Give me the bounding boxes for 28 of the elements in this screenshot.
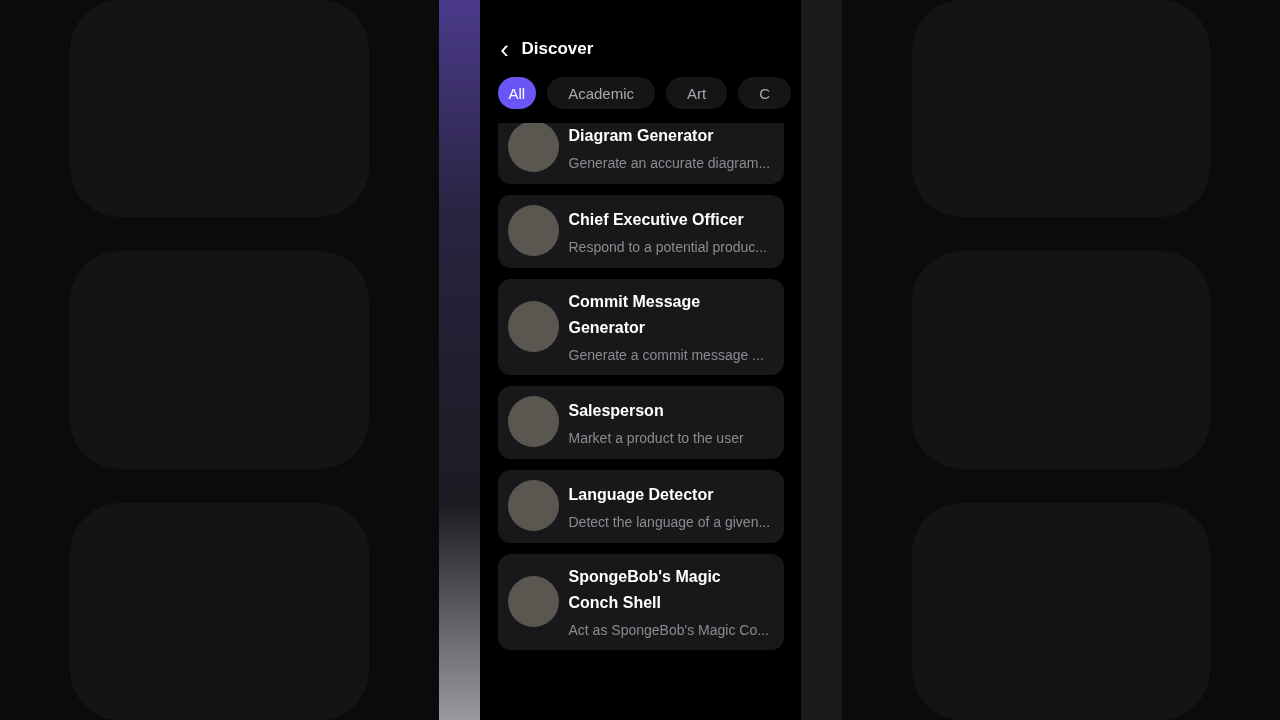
category-tab[interactable]: C — [738, 77, 792, 109]
bot-description: Respond to a potential produc... — [568, 238, 767, 255]
bot-card[interactable]: SpongeBob's Magic Conch Shell Act as SpongeBob's Magic Co... — [497, 554, 784, 650]
avatar-placeholder — [507, 396, 559, 447]
bot-name: Salesperson — [568, 400, 665, 421]
category-tab[interactable]: Academic — [547, 77, 656, 109]
category-tab[interactable]: Art — [666, 77, 728, 109]
back-button[interactable]: ‹ — [497, 38, 512, 60]
category-tab[interactable]: All — [497, 77, 537, 109]
bot-name: Diagram Generator — [568, 125, 715, 146]
bot-description: Generate an accurate diagram... — [568, 154, 771, 171]
bot-card[interactable]: Commit Message Generator Generate a commit message ... — [497, 279, 784, 375]
avatar-placeholder — [507, 205, 559, 256]
bot-description: Detect the language of a given... — [568, 513, 771, 530]
bot-name: Language Detector — [568, 484, 715, 505]
bot-description: Market a product to the user — [568, 429, 744, 446]
bot-name: Commit Message Generator — [568, 292, 702, 338]
bot-card[interactable]: Chief Executive Officer Respond to a potential produc... — [497, 195, 784, 268]
bot-card[interactable]: Language Detector Detect the language of a given... — [497, 470, 784, 543]
bot-name: Chief Executive Officer — [568, 209, 745, 230]
bot-name: SpongeBob's Magic Conch Shell — [568, 567, 722, 613]
bot-description: Generate a commit message ... — [568, 347, 765, 363]
page-title: Discover — [521, 39, 594, 59]
bot-description: Act as SpongeBob's Magic Co... — [568, 622, 770, 638]
avatar-placeholder — [507, 480, 559, 531]
avatar-placeholder — [507, 123, 559, 172]
bot-card[interactable]: Salesperson Market a product to the user — [497, 386, 784, 459]
bot-card[interactable]: Diagram Generator Generate an accurate diagram... — [497, 123, 784, 184]
